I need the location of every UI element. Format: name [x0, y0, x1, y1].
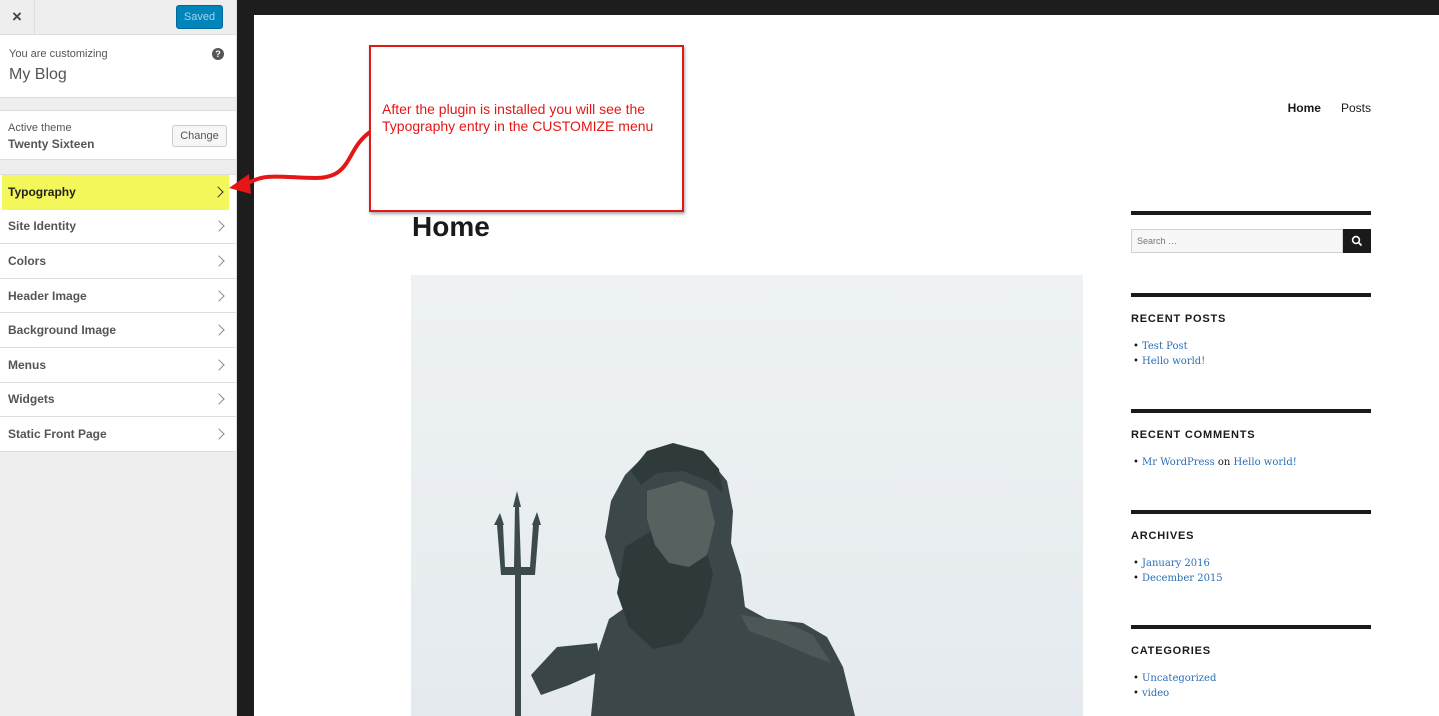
list-item: Test Post — [1131, 339, 1371, 354]
site-title: My Blog — [9, 66, 67, 83]
chevron-right-icon — [213, 255, 225, 267]
panel-colors[interactable]: Colors — [0, 244, 236, 279]
customizing-label: You are customizing — [9, 48, 108, 60]
help-icon[interactable]: ? — [212, 48, 224, 60]
customizer-panel-list: Typography Site Identity Colors Header I… — [0, 174, 236, 452]
chevron-right-icon — [213, 289, 225, 302]
panel-widgets[interactable]: Widgets — [0, 382, 236, 418]
chevron-right-icon — [212, 186, 224, 198]
comment-connector: on — [1217, 457, 1231, 468]
nav-posts-link[interactable]: Posts — [1341, 101, 1371, 115]
chevron-right-icon — [213, 324, 225, 336]
search-widget — [1131, 211, 1371, 253]
widget-title: RECENT POSTS — [1131, 313, 1227, 325]
panel-label: Background Image — [8, 323, 117, 338]
list-item: Mr WordPress on Hello world! — [1131, 455, 1371, 470]
statue-with-trident-image — [494, 443, 855, 716]
panel-label: Static Front Page — [8, 426, 107, 441]
post-link[interactable]: Hello world! — [1142, 356, 1205, 367]
recent-comments-list: Mr WordPress on Hello world! — [1131, 455, 1371, 470]
search-input[interactable] — [1131, 229, 1343, 253]
panel-menus[interactable]: Menus — [0, 347, 236, 383]
search-icon — [1351, 235, 1363, 247]
list-item: Uncategorized — [1131, 671, 1371, 686]
archive-link[interactable]: January 2016 — [1142, 558, 1210, 569]
recent-posts-widget: RECENT POSTS Test Post Hello world! — [1131, 293, 1371, 369]
customizer-sidebar: × Saved You are customizing My Blog ? Ac… — [0, 0, 237, 716]
recent-comments-widget: RECENT COMMENTS Mr WordPress on Hello wo… — [1131, 409, 1371, 470]
chevron-right-icon — [213, 220, 225, 233]
annotation-arrow — [229, 130, 372, 194]
widget-title: ARCHIVES — [1131, 530, 1195, 542]
post-link[interactable]: Test Post — [1142, 341, 1188, 352]
panel-label: Colors — [8, 253, 47, 268]
chevron-right-icon — [213, 359, 225, 371]
site-navigation: Home Posts — [1288, 101, 1371, 115]
page-title: Home — [412, 211, 490, 242]
category-link[interactable]: video — [1142, 688, 1169, 699]
recent-posts-list: Test Post Hello world! — [1131, 339, 1371, 369]
list-item: Hello world! — [1131, 354, 1371, 369]
change-theme-button[interactable]: Change — [172, 125, 227, 147]
customizer-header: × Saved — [0, 0, 236, 35]
list-item: December 2015 — [1131, 571, 1371, 586]
panel-label: Site Identity — [8, 219, 77, 234]
active-theme-section: Active theme Twenty Sixteen Change — [0, 110, 236, 160]
customizer-info: You are customizing My Blog ? — [0, 35, 236, 98]
list-item: video — [1131, 686, 1371, 701]
nav-home-link[interactable]: Home — [1288, 101, 1321, 115]
panel-label: Typography — [8, 184, 76, 199]
comment-author-link[interactable]: Mr WordPress — [1142, 457, 1215, 468]
category-link[interactable]: Uncategorized — [1142, 673, 1216, 684]
panel-static-front-page[interactable]: Static Front Page — [0, 417, 236, 452]
chevron-right-icon — [213, 393, 225, 406]
widget-title: CATEGORIES — [1131, 645, 1211, 657]
comment-post-link[interactable]: Hello world! — [1234, 457, 1297, 468]
annotation-text: After the plugin is installed you will s… — [382, 101, 654, 134]
archives-widget: ARCHIVES January 2016 December 2015 — [1131, 510, 1371, 586]
save-button[interactable]: Saved — [176, 5, 223, 29]
panel-label: Menus — [8, 357, 47, 372]
categories-list: Uncategorized video — [1131, 671, 1371, 701]
panel-header-image[interactable]: Header Image — [0, 278, 236, 314]
archives-list: January 2016 December 2015 — [1131, 556, 1371, 586]
list-item: January 2016 — [1131, 556, 1371, 571]
chevron-right-icon — [213, 428, 225, 440]
panel-background-image[interactable]: Background Image — [0, 313, 236, 348]
search-button[interactable] — [1343, 229, 1371, 253]
close-icon[interactable]: × — [0, 0, 35, 34]
archive-link[interactable]: December 2015 — [1142, 573, 1223, 584]
featured-image — [411, 275, 1083, 716]
panel-typography[interactable]: Typography — [2, 175, 229, 210]
panel-label: Header Image — [8, 288, 87, 303]
panel-site-identity[interactable]: Site Identity — [0, 209, 236, 245]
panel-label: Widgets — [8, 392, 55, 407]
widget-title: RECENT COMMENTS — [1131, 429, 1256, 441]
annotation-callout: After the plugin is installed you will s… — [369, 45, 684, 212]
categories-widget: CATEGORIES Uncategorized video — [1131, 625, 1371, 701]
